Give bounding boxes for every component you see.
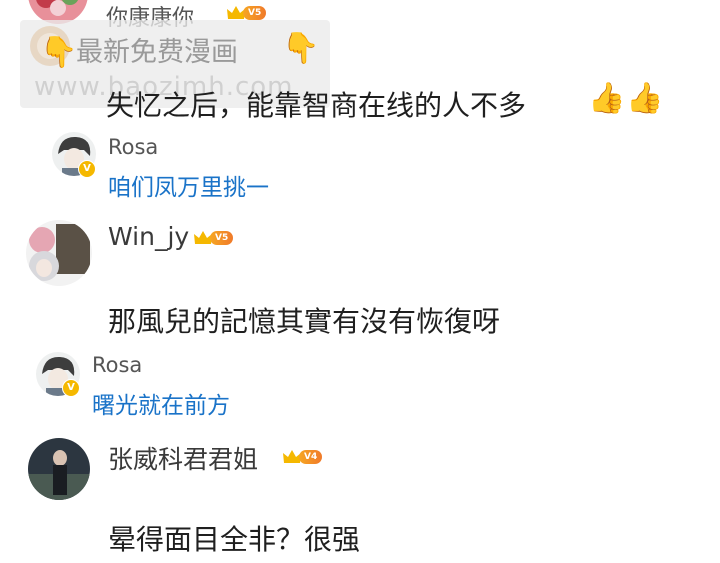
reply-text: 曙光就在前方 [92,393,230,419]
level-badge: V5 [193,230,234,246]
avatar[interactable] [28,438,90,500]
avatar[interactable] [26,220,92,286]
comment-username[interactable]: Win_jy [108,222,189,251]
thumbs-up-emoji: 👍 [588,81,626,116]
comment-text: 那風兒的記憶其實有沒有恢復呀 [108,305,501,338]
level-label: V5 [210,231,234,245]
reply-username[interactable]: Rosa [108,135,158,159]
level-badge: V4 [282,449,323,465]
thumbs-up-emoji: 👍 [626,81,664,116]
level-badge: V5 [226,5,267,21]
v-badge-icon: V [78,160,96,178]
watermark-title: 最新免费漫画 [76,37,238,68]
reply-username[interactable]: Rosa [92,353,142,377]
comment-text: 失忆之后，能靠智商在线的人不多 [106,89,527,122]
watermark-hand-emoji: 👇 [40,35,78,70]
level-label: V4 [299,450,323,464]
comment-username[interactable]: 张威科君君姐 [108,440,258,476]
level-label: V5 [243,6,267,20]
comment-text: 晕得面目全非？很强 [108,523,361,556]
reply-text: 咱们凤万里挑一 [108,175,269,201]
watermark-hand-emoji: 👇 [282,31,320,66]
v-badge-icon: V [62,379,80,397]
